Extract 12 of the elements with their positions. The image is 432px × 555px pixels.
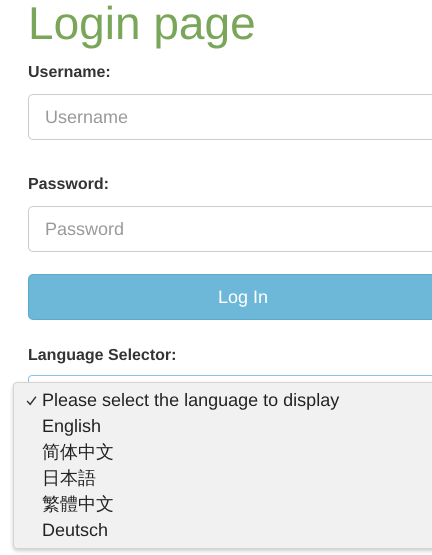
menu-option[interactable]: 繁體中文 (14, 491, 432, 517)
field-label: Language Selector: (28, 346, 178, 366)
menu-option[interactable]: 简体中文 (14, 439, 432, 465)
menu-option[interactable]: English (14, 413, 432, 439)
field-label: Username: (28, 63, 112, 83)
field-label: Password: (28, 175, 110, 195)
page-title: Login page (28, 0, 257, 49)
menu-option[interactable]: Deutsch (14, 517, 432, 543)
input-field[interactable]: Password (28, 206, 432, 252)
menu-option[interactable]: Please select the language to display (14, 387, 432, 413)
menu-option[interactable]: 日本語 (14, 465, 432, 491)
input-field[interactable]: Username (28, 94, 432, 140)
